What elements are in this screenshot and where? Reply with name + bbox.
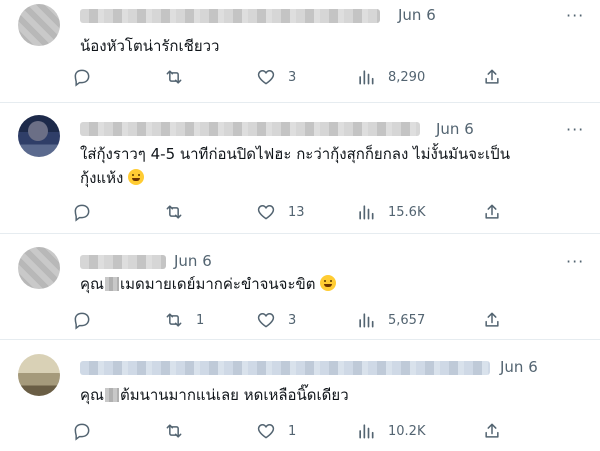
share-button[interactable] (482, 201, 502, 223)
blurred-username (80, 255, 166, 269)
tweet-actions: 1 10.2K (72, 420, 512, 442)
like-icon (257, 69, 275, 85)
tweet-text: คุณ ต้มนานมากแน่เลย หดเหลือนิ๊ดเดียว (80, 383, 349, 407)
tweet-text-suffix: ต้มนานมากแน่เลย หดเหลือนิ๊ดเดียว (119, 386, 349, 404)
blurred-username (80, 122, 420, 136)
reply-icon (74, 312, 90, 330)
tweet-actions: 3 8,290 (72, 66, 512, 88)
views-button[interactable]: 5,657 (356, 309, 425, 331)
tweet-text-line: ใส่กุ้งราวๆ 4-5 นาทีก่อนปิดไฟฮะ กะว่ากุ้… (80, 145, 510, 163)
more-icon[interactable]: ··· (566, 252, 584, 271)
tweet-text-prefix: คุณ (80, 386, 104, 404)
tweet-text-line-2: กุ้งแห้ง (80, 166, 580, 190)
reply-button[interactable] (72, 66, 104, 88)
views-icon (359, 70, 374, 85)
like-icon (257, 204, 275, 220)
reply-icon (74, 69, 90, 87)
retweet-button[interactable] (164, 66, 196, 88)
tweet-text-line: น้องหัวโตน่ารักเชียวว (80, 37, 220, 55)
like-count: 1 (288, 423, 297, 439)
retweet-button[interactable]: 1 (164, 309, 204, 331)
tweet-date[interactable]: Jun 6 (436, 120, 474, 138)
share-button[interactable] (482, 309, 502, 331)
like-button[interactable]: 1 (256, 420, 296, 442)
views-count: 5,657 (388, 312, 426, 328)
blurred-username (80, 9, 380, 23)
share-icon (485, 204, 499, 219)
retweet-icon (166, 313, 182, 327)
more-icon[interactable]: ··· (566, 6, 584, 25)
like-icon (257, 312, 275, 328)
like-button[interactable]: 13 (256, 201, 305, 223)
tweet-text-line2: กุ้งแห้ง (80, 169, 124, 187)
reply-button[interactable] (72, 201, 104, 223)
tweet-actions: 1 3 5,657 (72, 309, 512, 331)
tweet-text: คุณ เมดมายเดย์มากค่ะขำจนจะขิต (80, 272, 337, 296)
retweet-icon (166, 205, 182, 219)
share-icon (485, 312, 499, 327)
reply-icon (74, 204, 90, 222)
share-button[interactable] (482, 420, 502, 442)
like-count: 13 (288, 204, 305, 220)
reply-tweet[interactable]: Jun 6 ··· ใส่กุ้งราวๆ 4-5 นาทีก่อนปิดไฟฮ… (0, 103, 600, 234)
views-icon (359, 205, 374, 220)
views-button[interactable]: 8,290 (356, 66, 425, 88)
retweet-icon (166, 424, 182, 438)
avatar[interactable] (18, 4, 60, 46)
reply-icon (74, 423, 90, 441)
emoji-icon (128, 169, 145, 185)
views-count: 15.6K (388, 204, 426, 220)
views-count: 8,290 (388, 69, 426, 85)
views-icon (359, 313, 374, 328)
like-count: 3 (288, 312, 297, 328)
tweet-text: น้องหัวโตน่ารักเชียวว (80, 34, 219, 58)
views-count: 10.2K (388, 423, 426, 439)
reply-button[interactable] (72, 420, 104, 442)
share-button[interactable] (482, 66, 502, 88)
retweet-button[interactable] (164, 420, 196, 442)
tweet-text: ใส่กุ้งราวๆ 4-5 นาทีก่อนปิดไฟฮะ กะว่ากุ้… (80, 142, 580, 190)
avatar[interactable] (18, 354, 60, 396)
censored-name (104, 277, 119, 291)
like-icon (257, 423, 275, 439)
tweet-date[interactable]: Jun 6 (500, 358, 538, 376)
tweet-actions: 13 15.6K (72, 201, 512, 223)
tweet-date[interactable]: Jun 6 (398, 6, 436, 24)
views-icon (359, 424, 374, 439)
tweet-text-prefix: คุณ (80, 275, 104, 293)
views-button[interactable]: 15.6K (356, 201, 425, 223)
like-button[interactable]: 3 (256, 66, 296, 88)
tweet-date[interactable]: Jun 6 (174, 252, 212, 270)
avatar[interactable] (18, 115, 60, 157)
reply-tweet[interactable]: Jun 6 ··· น้องหัวโตน่ารักเชียวว 3 8,290 (0, 0, 600, 103)
retweet-count: 1 (196, 312, 205, 328)
share-icon (485, 69, 499, 84)
avatar[interactable] (18, 247, 60, 289)
retweet-icon (166, 70, 182, 84)
emoji-icon (320, 275, 337, 291)
more-icon[interactable]: ··· (566, 120, 584, 139)
blurred-username (80, 361, 490, 375)
reply-tweet[interactable]: Jun 6 คุณ ต้มนานมากแน่เลย หดเหลือนิ๊ดเดีย… (0, 340, 600, 451)
like-count: 3 (288, 69, 297, 85)
retweet-button[interactable] (164, 201, 196, 223)
views-button[interactable]: 10.2K (356, 420, 425, 442)
tweet-text-suffix: เมดมายเดย์มากค่ะขำจนจะขิต (119, 275, 316, 293)
censored-name (104, 388, 119, 402)
reply-feed: Jun 6 ··· น้องหัวโตน่ารักเชียวว 3 8,290 (0, 0, 600, 451)
reply-button[interactable] (72, 309, 104, 331)
like-button[interactable]: 3 (256, 309, 296, 331)
share-icon (485, 423, 499, 438)
reply-tweet[interactable]: Jun 6 ··· คุณ เมดมายเดย์มากค่ะขำจนจะขิต 1… (0, 234, 600, 340)
